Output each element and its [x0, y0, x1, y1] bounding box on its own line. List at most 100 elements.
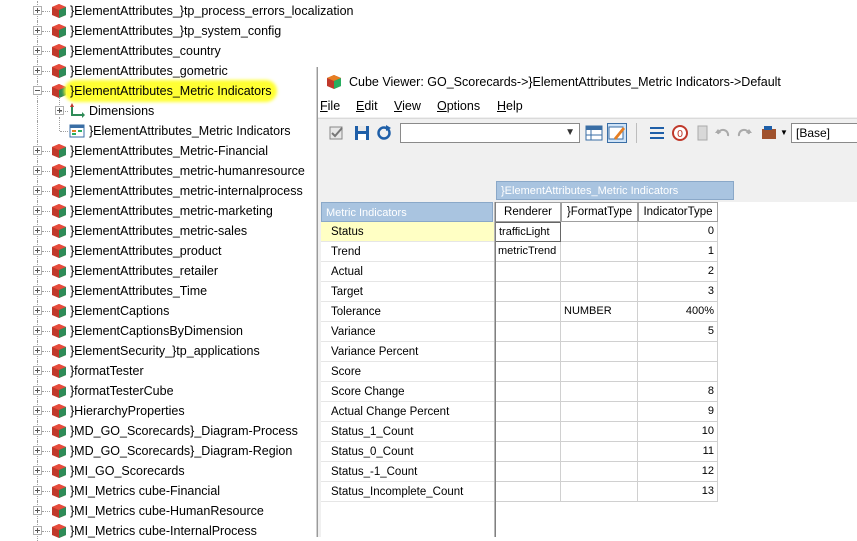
menu-file[interactable]: File: [320, 99, 340, 113]
expand-icon[interactable]: [33, 526, 42, 535]
grid-cell[interactable]: 8: [638, 382, 718, 402]
expand-icon[interactable]: [33, 246, 42, 255]
grid-cell[interactable]: [561, 222, 638, 242]
tree-item[interactable]: }ElementAttributes_metric-humanresource: [0, 161, 320, 181]
tree-item[interactable]: }ElementAttributes_metric-internalproces…: [0, 181, 320, 201]
expand-icon[interactable]: [33, 366, 42, 375]
grid-cell[interactable]: trafficLight: [495, 222, 561, 242]
menu-options[interactable]: Options: [437, 99, 480, 113]
row-header[interactable]: Trend: [321, 242, 495, 262]
grid-cell[interactable]: [561, 442, 638, 462]
expand-icon[interactable]: [33, 166, 42, 175]
row-dimension-header[interactable]: Metric Indicators: [321, 202, 493, 222]
grid-view-icon[interactable]: [585, 124, 603, 142]
expand-icon[interactable]: [33, 206, 42, 215]
row-header[interactable]: Actual: [321, 262, 495, 282]
expand-icon[interactable]: [33, 486, 42, 495]
row-header[interactable]: Variance Percent: [321, 342, 495, 362]
row-header[interactable]: Status_0_Count: [321, 442, 495, 462]
column-dimension-header[interactable]: }ElementAttributes_Metric Indicators: [496, 181, 734, 200]
grid-cell[interactable]: [638, 342, 718, 362]
expand-icon[interactable]: [33, 346, 42, 355]
stop-icon[interactable]: 0: [671, 124, 689, 142]
grid-cell[interactable]: 10: [638, 422, 718, 442]
refresh-icon[interactable]: [375, 124, 393, 142]
column-header[interactable]: Renderer: [495, 202, 561, 222]
grid-cell[interactable]: [561, 482, 638, 502]
grid-cell[interactable]: [561, 402, 638, 422]
grid-cell[interactable]: 1: [638, 242, 718, 262]
grid-cell[interactable]: 9: [638, 402, 718, 422]
view-combo[interactable]: ▼: [400, 123, 580, 143]
expand-icon[interactable]: [33, 426, 42, 435]
list-icon[interactable]: [648, 124, 666, 142]
grid-cell[interactable]: [495, 402, 561, 422]
tree-item[interactable]: }ElementAttributes_Metric Indicators: [0, 81, 320, 101]
caret-down-icon[interactable]: ▼: [780, 128, 788, 137]
grid-cell[interactable]: [495, 342, 561, 362]
expand-icon[interactable]: [33, 326, 42, 335]
tree-item[interactable]: }ElementAttributes_}tp_system_config: [0, 21, 320, 41]
edit-view-icon[interactable]: [607, 123, 627, 143]
grid-cell[interactable]: 0: [638, 222, 718, 242]
tree-item[interactable]: }ElementAttributes_Metric Indicators: [0, 117, 320, 141]
expand-icon[interactable]: [33, 46, 42, 55]
expand-icon[interactable]: [33, 6, 42, 15]
grid-cell[interactable]: [495, 262, 561, 282]
expand-icon[interactable]: [33, 386, 42, 395]
row-header[interactable]: Status_1_Count: [321, 422, 495, 442]
menu-edit[interactable]: Edit: [356, 99, 378, 113]
grid-cell[interactable]: [638, 362, 718, 382]
tree-item[interactable]: }ElementAttributes_Metric-Financial: [0, 141, 320, 161]
expand-icon[interactable]: [33, 226, 42, 235]
column-header[interactable]: IndicatorType: [638, 202, 718, 222]
menu-view[interactable]: View: [394, 99, 421, 113]
grid-cell[interactable]: [561, 462, 638, 482]
sandbox-icon[interactable]: [694, 124, 712, 142]
tree-item[interactable]: Dimensions: [0, 97, 320, 121]
grid-cell[interactable]: [495, 382, 561, 402]
row-header[interactable]: Variance: [321, 322, 495, 342]
grid-cell[interactable]: [561, 422, 638, 442]
tree-item[interactable]: }formatTesterCube: [0, 381, 320, 401]
expand-icon[interactable]: [33, 406, 42, 415]
grid-cell[interactable]: [561, 322, 638, 342]
tree-item[interactable]: }HierarchyProperties: [0, 401, 320, 421]
expand-icon[interactable]: [33, 146, 42, 155]
row-header[interactable]: Tolerance: [321, 302, 495, 322]
tree-item[interactable]: }MI_GO_Scorecards: [0, 461, 320, 481]
grid-cell[interactable]: [561, 242, 638, 262]
grid-cell[interactable]: [495, 302, 561, 322]
row-header[interactable]: Status: [321, 222, 495, 242]
grid-cell[interactable]: 13: [638, 482, 718, 502]
tree-item[interactable]: }MD_GO_Scorecards}_Diagram-Region: [0, 441, 320, 461]
expand-icon[interactable]: [33, 506, 42, 515]
tree-item[interactable]: }MI_Metrics cube-HumanResource: [0, 501, 320, 521]
grid-cell[interactable]: [495, 282, 561, 302]
tree-item[interactable]: }ElementAttributes_product: [0, 241, 320, 261]
grid-cell[interactable]: [561, 362, 638, 382]
tree-item[interactable]: }formatTester: [0, 361, 320, 381]
collapse-icon[interactable]: [33, 86, 42, 95]
grid-cell[interactable]: [495, 442, 561, 462]
grid-cell[interactable]: [561, 282, 638, 302]
row-header[interactable]: Status_-1_Count: [321, 462, 495, 482]
tree-item[interactable]: }ElementAttributes_metric-marketing: [0, 201, 320, 221]
tree-item[interactable]: }ElementAttributes_Time: [0, 281, 320, 301]
grid-cell[interactable]: [495, 462, 561, 482]
expand-icon[interactable]: [33, 266, 42, 275]
tree-item[interactable]: }ElementCaptionsByDimension: [0, 321, 320, 341]
row-header[interactable]: Target: [321, 282, 495, 302]
grid-cell[interactable]: [495, 322, 561, 342]
tree-item[interactable]: }MI_Metrics cube-Financial: [0, 481, 320, 501]
expand-icon[interactable]: [33, 466, 42, 475]
row-header[interactable]: Status_Incomplete_Count: [321, 482, 495, 502]
grid-cell[interactable]: [495, 362, 561, 382]
expand-icon[interactable]: [33, 66, 42, 75]
tree-item[interactable]: }MD_GO_Scorecards}_Diagram-Process: [0, 421, 320, 441]
expand-icon[interactable]: [33, 26, 42, 35]
grid-cell[interactable]: 11: [638, 442, 718, 462]
undo-icon[interactable]: [714, 124, 732, 142]
tree-item[interactable]: }ElementAttributes_metric-sales: [0, 221, 320, 241]
recalc-checkbox-icon[interactable]: [328, 124, 346, 142]
